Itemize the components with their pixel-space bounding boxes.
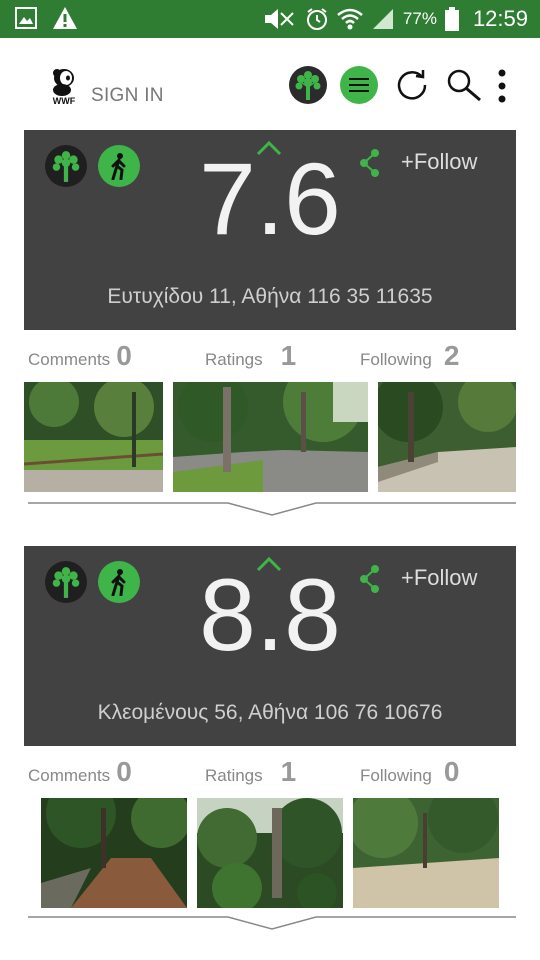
tree-icon: [295, 71, 321, 100]
status-bar: 77% 12:59: [0, 0, 540, 38]
chevron-down-icon[interactable]: [28, 914, 516, 934]
menu-button[interactable]: [340, 66, 378, 104]
location-photo[interactable]: [353, 798, 499, 908]
ratings-stat[interactable]: Ratings 1: [205, 340, 296, 372]
location-card-1[interactable]: 7.6 +Follow Ευτυχίδου 11, Αθήνα 116 35 1…: [24, 130, 516, 330]
ratings-count: 1: [280, 756, 297, 787]
ratings-count: 1: [280, 340, 297, 371]
stats-row-1: Comments 0 Ratings 1 Following 2: [0, 340, 540, 376]
tree-mode-button[interactable]: [289, 66, 327, 104]
ratings-stat[interactable]: Ratings 1: [205, 756, 296, 788]
more-vert-icon[interactable]: [494, 68, 510, 104]
battery-percent: 77%: [402, 9, 437, 28]
comments-count: 0: [116, 340, 132, 371]
address-text: Κλεομένους 56, Αθήνα 106 76 10676: [97, 701, 443, 724]
follow-button[interactable]: +Follow: [401, 149, 477, 175]
sign-in-link[interactable]: SIGN IN: [91, 85, 164, 107]
following-stat[interactable]: Following 0: [360, 756, 459, 788]
menu-icon: [349, 78, 369, 92]
location-photo[interactable]: [24, 382, 163, 492]
ratings-label: Ratings: [205, 766, 263, 785]
comments-count: 0: [116, 756, 132, 787]
app-bar: WWF SIGN IN: [0, 38, 540, 128]
search-icon[interactable]: [446, 68, 482, 104]
location-photo[interactable]: [197, 798, 343, 908]
following-label: Following: [360, 766, 432, 785]
following-count: 2: [443, 340, 460, 371]
warning-icon: [53, 7, 77, 29]
location-photo[interactable]: [173, 382, 368, 492]
svg-text:WWF: WWF: [53, 96, 76, 106]
clock-time: 12:59: [472, 6, 528, 31]
address-text: Ευτυχίδου 11, Αθήνα 116 35 11635: [107, 285, 433, 308]
following-label: Following: [360, 350, 432, 369]
comments-label: Comments: [28, 350, 111, 369]
chevron-down-icon[interactable]: [28, 500, 516, 520]
battery-icon: [444, 7, 459, 31]
following-count: 0: [443, 756, 460, 787]
gallery-icon: [15, 7, 37, 29]
signal-icon: [372, 9, 393, 29]
comments-stat[interactable]: Comments 0: [28, 340, 132, 372]
wwf-panda-logo: WWF: [53, 69, 76, 106]
comments-stat[interactable]: Comments 0: [28, 756, 132, 788]
ratings-label: Ratings: [205, 350, 263, 369]
location-card-2[interactable]: 8.8 +Follow Κλεομένους 56, Αθήνα 106 76 …: [24, 546, 516, 746]
mute-icon: [264, 9, 294, 29]
location-photo[interactable]: [378, 382, 516, 492]
share-icon[interactable]: [359, 564, 381, 594]
following-stat[interactable]: Following 2: [360, 340, 459, 372]
alarm-icon: [306, 8, 327, 30]
follow-button[interactable]: +Follow: [401, 565, 477, 591]
stats-row-2: Comments 0 Ratings 1 Following 0: [0, 756, 540, 792]
wifi-icon: [337, 8, 363, 30]
comments-label: Comments: [28, 766, 111, 785]
refresh-icon[interactable]: [395, 67, 429, 101]
location-photo[interactable]: [41, 798, 187, 908]
share-icon[interactable]: [359, 148, 381, 178]
